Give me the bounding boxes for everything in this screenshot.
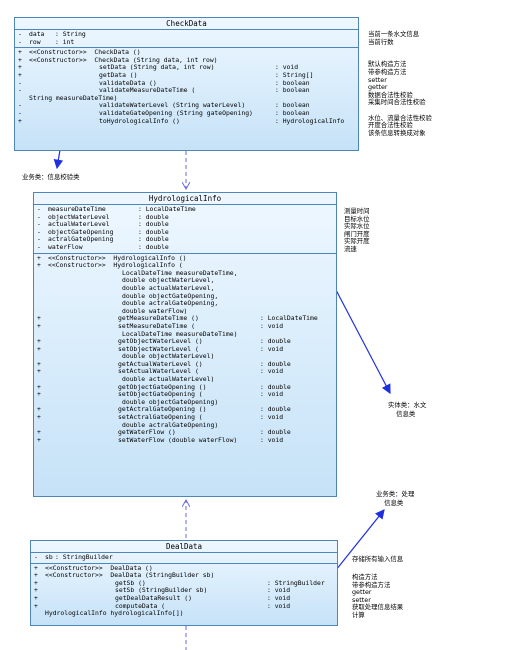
member-type: : boolean xyxy=(275,86,310,95)
member-visibility: + xyxy=(37,261,41,270)
dealdata-operations: + <<Constructor>> DealData () + <<Construct… xyxy=(31,564,337,619)
member-type: : int xyxy=(55,37,75,46)
member-visibility: + xyxy=(37,413,41,422)
member-name: setWaterFlow (double waterFlow) xyxy=(118,435,238,444)
hydrologicalinfo-title: HydrologicalInfo xyxy=(34,193,336,205)
member-visibility: - xyxy=(34,553,38,561)
checkdata-attributes: - data: String - row: int xyxy=(15,30,358,49)
member-name: row xyxy=(29,37,41,46)
member-visibility: + xyxy=(37,344,41,353)
entity-label: 实体类：水文 信息类 xyxy=(388,401,427,418)
member-name: toHydrologicalInfo () xyxy=(99,116,180,125)
member-visibility: + xyxy=(37,367,41,376)
dealdata-notes: 构造方法 带参构造方法 getter setter 获取处理信息结果 计算 xyxy=(352,573,403,620)
hydrologicalinfo-operations: + <<Constructor>> HydrologicalInfo () + <<C… xyxy=(34,254,336,446)
member-visibility: - xyxy=(18,37,22,46)
member-visibility: - xyxy=(18,86,22,95)
member-type: : StringBuilder xyxy=(55,553,113,561)
member-visibility: + xyxy=(37,390,41,399)
class-member-row: - sb: StringBuilder xyxy=(31,553,337,562)
hydro-label-connector xyxy=(335,289,391,395)
member-type: : HydrologicalInfo xyxy=(275,116,345,125)
member-type: : void xyxy=(260,344,284,353)
dealdata-class[interactable]: DealData - sb: StringBuilder + <<Construct… xyxy=(30,540,338,626)
member-type: : double xyxy=(138,242,169,251)
business-process-label: 业务类：处理 信息类 xyxy=(376,490,415,507)
side-note: 该条信息转换成对象 xyxy=(368,128,426,137)
hydrologicalinfo-notes: 测量时间 目标水位 实际水位 闸门开度 实际开度 流速 xyxy=(344,207,370,254)
class-member-row: - waterFlow : double xyxy=(34,242,336,252)
checkdata-title: CheckData xyxy=(15,18,358,30)
member-name: waterFlow xyxy=(48,242,83,251)
member-visibility: + xyxy=(34,601,38,610)
business-check-label: 业务类：信息校验类 xyxy=(22,173,80,181)
side-note xyxy=(368,46,432,54)
check-label-connector xyxy=(53,149,64,170)
dealdata-attributes: - sb: StringBuilder xyxy=(31,553,337,564)
class-member-row: + getDealDataResult (): void xyxy=(31,594,337,603)
side-note: 当前行数 xyxy=(368,37,394,46)
checkdata-notes: 当前一条水文信息 当前行数 默认构造方法 带参构造方法 setter getter 数据合法… xyxy=(368,30,432,137)
side-note: 计算 xyxy=(352,610,365,619)
class-member-row: HydrologicalInfo hydrologicalInfo[]) xyxy=(31,610,337,618)
member-type: : void xyxy=(260,367,284,376)
member-visibility: + xyxy=(18,116,22,125)
class-member-row: + setWaterFlow (double waterFlow) : void xyxy=(34,435,336,445)
member-type: : void xyxy=(260,390,284,399)
side-note: 采集时间合法性校验 xyxy=(368,98,426,107)
member-visibility: + xyxy=(37,321,41,330)
member-name: HydrologicalInfo hydrologicalInfo[]) xyxy=(45,609,184,618)
member-visibility: - xyxy=(37,242,41,251)
checkdata-class[interactable]: CheckData - data: String - row: int + <<Cons… xyxy=(14,17,359,151)
class-member-row: + toHydrologicalInfo () : HydrologicalInfo xyxy=(15,116,358,126)
class-member-row: - row : int xyxy=(15,37,358,47)
side-note: 流速 xyxy=(344,244,357,253)
hydrologicalinfo-class[interactable]: HydrologicalInfo - measureDateTime: Local… xyxy=(33,192,337,497)
dealdata-title: DealData xyxy=(31,541,337,553)
checkdata-operations: + <<Constructor>> CheckData () + <<Construc… xyxy=(15,48,358,126)
member-name: sb xyxy=(45,553,53,561)
member-type: : void xyxy=(260,435,284,444)
member-type: : void xyxy=(260,321,284,330)
member-type: : void xyxy=(267,601,291,610)
dealdata-notes-top: 存储所有输入信息 xyxy=(352,555,404,563)
member-type: : void xyxy=(260,413,284,422)
member-visibility: + xyxy=(37,435,41,444)
hydrologicalinfo-attributes: - measureDateTime: LocalDateTime - objectWa… xyxy=(34,205,336,254)
